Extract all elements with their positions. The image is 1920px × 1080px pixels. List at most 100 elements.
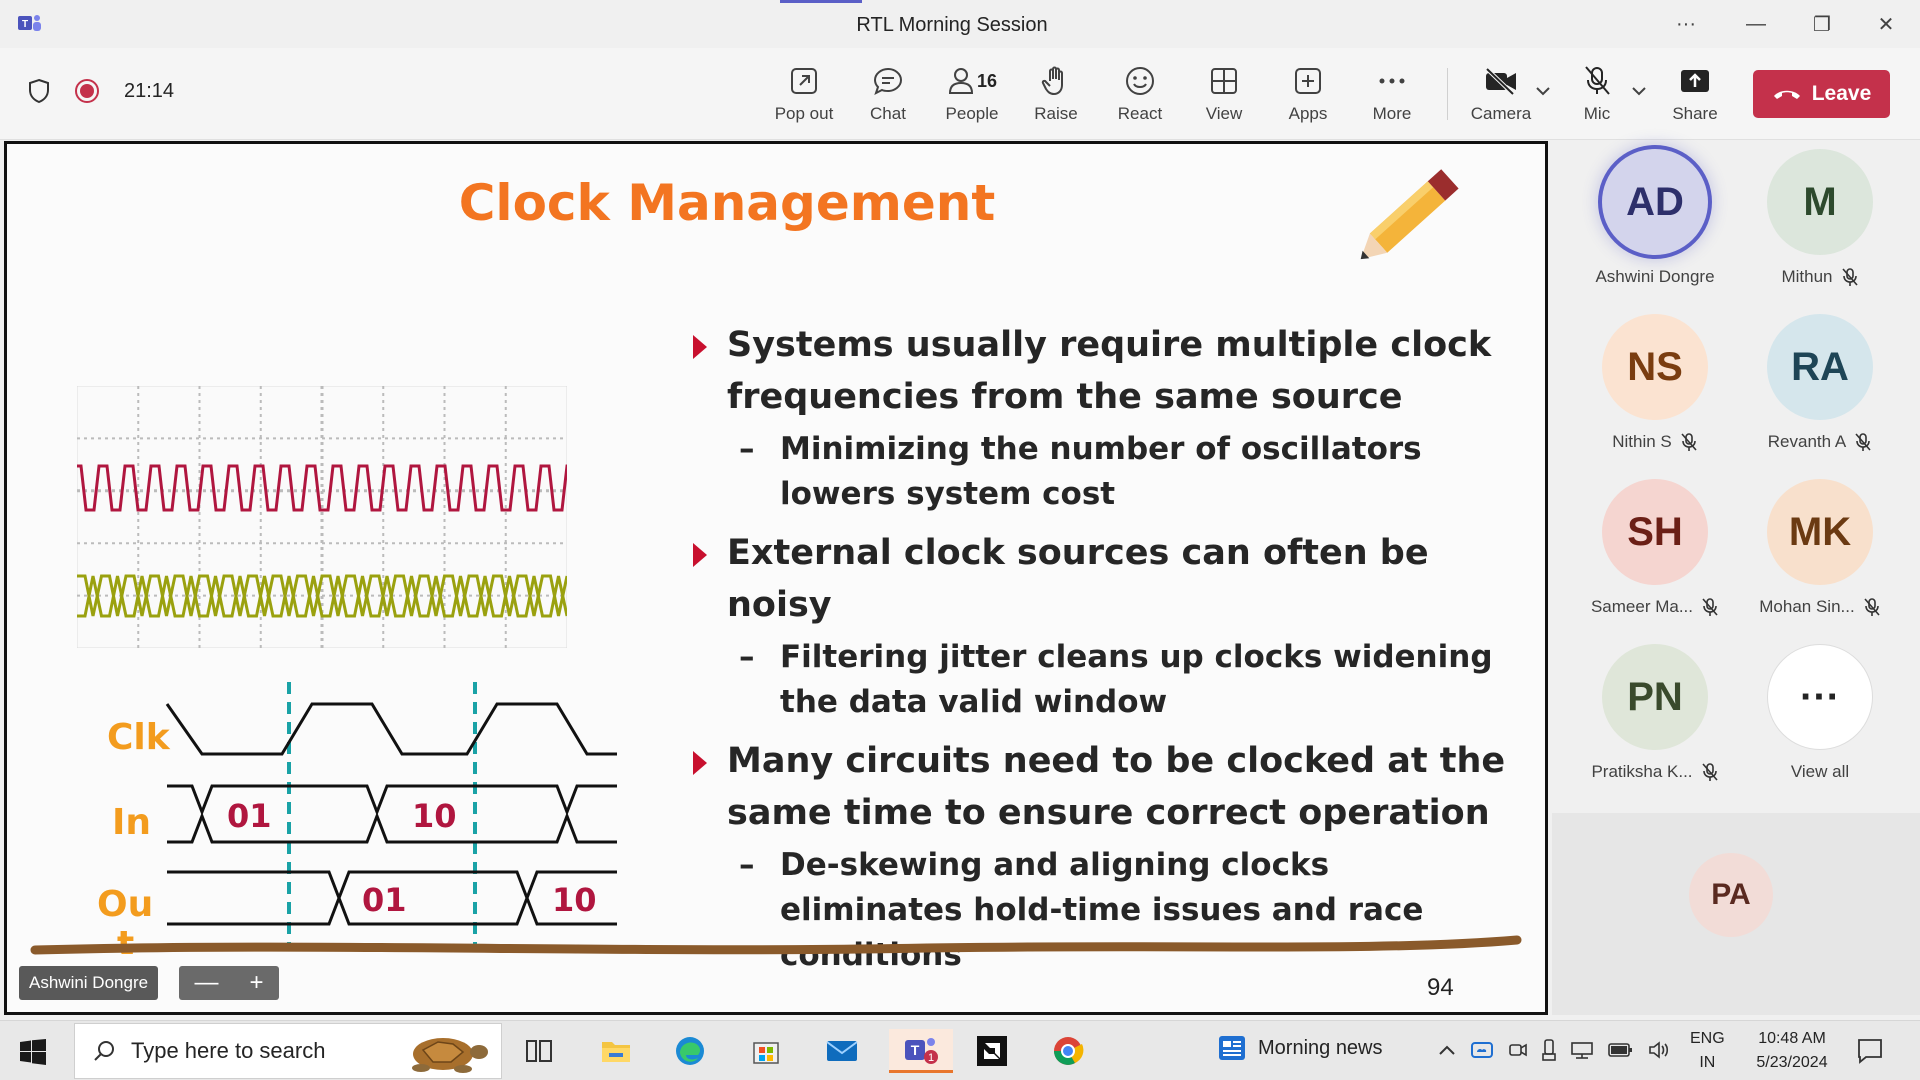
participant-tile[interactable]: SH Sameer Ma... [1570,479,1740,639]
windows-taskbar: Type here to search T1 Morning news ENG … [0,1020,1920,1080]
participant-name: Mohan Sin... [1759,597,1880,617]
bullet-item: Systems usually require multiple clock f… [687,319,1507,423]
mic-options-chevron-icon[interactable] [1631,86,1647,96]
notification-center-icon[interactable] [1856,1037,1884,1065]
toolbar-divider [1447,68,1448,120]
chat-icon [873,67,903,95]
mic-muted-icon [1864,598,1880,616]
amd-icon [977,1036,1007,1066]
edge-browser-icon [676,1037,704,1065]
participant-name-text: Sameer Ma... [1590,597,1694,616]
news-label: Morning news [1258,1036,1383,1059]
participant-tile[interactable]: MK Mohan Sin... [1735,479,1905,639]
chat-button[interactable]: Chat [848,62,928,132]
more-label: More [1372,104,1412,123]
windows-start-icon[interactable] [20,1039,46,1065]
turtle-icon [412,1038,488,1073]
apps-button[interactable]: Apps [1268,62,1348,132]
window-more-button[interactable]: ··· [1656,0,1716,48]
network-icon[interactable] [1570,1040,1594,1060]
sub-bullet-dash: – [739,847,755,883]
amd-app-button[interactable] [964,1029,1020,1073]
taskbar-search-box[interactable]: Type here to search [74,1023,502,1079]
clk-signal-label: Clk [107,717,171,758]
taskbar-clock[interactable]: 10:48 AM 5/23/2024 [1742,1027,1842,1075]
popout-button[interactable]: Pop out [764,62,844,132]
edge-browser-button[interactable] [662,1029,718,1073]
system-tray [1438,1039,1672,1061]
restore-button[interactable]: ❐ [1792,0,1852,48]
participant-tile[interactable]: RA Revanth A [1735,314,1905,474]
battery-icon[interactable] [1608,1042,1634,1058]
sub-bullet-dash: – [739,639,755,675]
participant-name-text: Mohan Sin... [1759,597,1855,616]
share-label: Share [1672,104,1718,123]
share-button[interactable]: Share [1655,62,1735,132]
hang-up-phone-icon [1773,90,1800,99]
zoom-in-button[interactable]: + [249,969,263,997]
participant-name: Ashwini Dongre [1595,267,1714,287]
participant-tile[interactable]: M Mithun [1735,149,1905,309]
volume-icon[interactable] [1648,1040,1672,1060]
oscilloscope-waveform-figure [77,386,567,648]
chrome-browser-button[interactable] [1040,1029,1096,1073]
chat-label: Chat [870,104,906,123]
avatar: PN [1602,644,1708,750]
spotlight-tile[interactable]: PA [1552,813,1920,1015]
participant-name-text: Nithin S [1612,432,1672,451]
sub-bullet-item: – Minimizing the number of oscillators lo… [687,427,1507,517]
raise-hand-icon [1041,66,1063,95]
mail-button[interactable] [814,1029,870,1073]
camera-button[interactable]: Camera [1461,62,1541,132]
search-icon [94,1041,114,1061]
participant-tile[interactable]: NS Nithin S [1570,314,1740,474]
chevron-up-icon[interactable] [1438,1044,1456,1056]
camera-label: Camera [1470,104,1532,123]
file-explorer-button[interactable] [588,1029,644,1073]
shield-icon[interactable] [28,78,50,104]
teams-notification-badge: 1 [928,1052,934,1064]
usb-device-icon[interactable] [1542,1039,1556,1061]
meet-now-icon[interactable] [1508,1040,1528,1060]
hand-drawn-underline [30,935,1522,955]
view-all-participants-tile[interactable]: ··· View all [1735,644,1905,804]
participant-tile[interactable]: PN Pratiksha K... [1570,644,1740,804]
news-widget[interactable]: Morning news [1218,1035,1383,1061]
raise-hand-button[interactable]: Raise [1016,62,1096,132]
avatar: SH [1602,479,1708,585]
people-button[interactable]: 16 People [932,62,1012,132]
task-view-button[interactable] [511,1029,567,1073]
view-button[interactable]: View [1184,62,1264,132]
mic-muted-icon [1702,598,1718,616]
teams-taskbar-button[interactable]: T1 [889,1029,953,1073]
more-button[interactable]: More [1352,62,1432,132]
participant-name: Nithin S [1612,432,1698,452]
leave-button[interactable]: Leave [1753,70,1890,118]
participant-tile[interactable]: AD Ashwini Dongre [1570,149,1740,309]
microsoft-store-button[interactable] [738,1029,794,1073]
input-language-indicator[interactable]: ENG IN [1690,1027,1725,1075]
mail-icon [826,1041,858,1061]
popout-icon [791,68,817,94]
participant-name: Pratiksha K... [1591,762,1718,782]
task-view-icon [526,1040,552,1062]
clock-time: 10:48 AM [1758,1030,1826,1047]
mic-muted-icon [1841,268,1858,286]
participant-name-text: View all [1790,762,1850,781]
grid-view-icon [1211,68,1237,94]
avatar: ··· [1767,644,1873,750]
bullet-arrow-icon [693,751,707,775]
meeting-toolbar: 21:14 Pop out Chat 16 People Raise React… [0,48,1920,140]
minimize-button[interactable]: — [1726,0,1786,48]
participant-name-text: Pratiksha K... [1591,762,1693,781]
close-button[interactable]: ✕ [1856,0,1916,48]
slide-page-number: 94 [1427,974,1454,1001]
onedrive-cloud-icon[interactable] [1470,1040,1494,1060]
in-signal-label: In [112,802,151,843]
bullet-text: Systems usually require multiple clock f… [727,325,1492,417]
zoom-out-button[interactable]: — [194,969,218,997]
camera-options-chevron-icon[interactable] [1535,86,1551,96]
react-button[interactable]: React [1100,62,1180,132]
mic-button[interactable]: Mic [1557,62,1637,132]
pencil-icon [1360,169,1459,260]
